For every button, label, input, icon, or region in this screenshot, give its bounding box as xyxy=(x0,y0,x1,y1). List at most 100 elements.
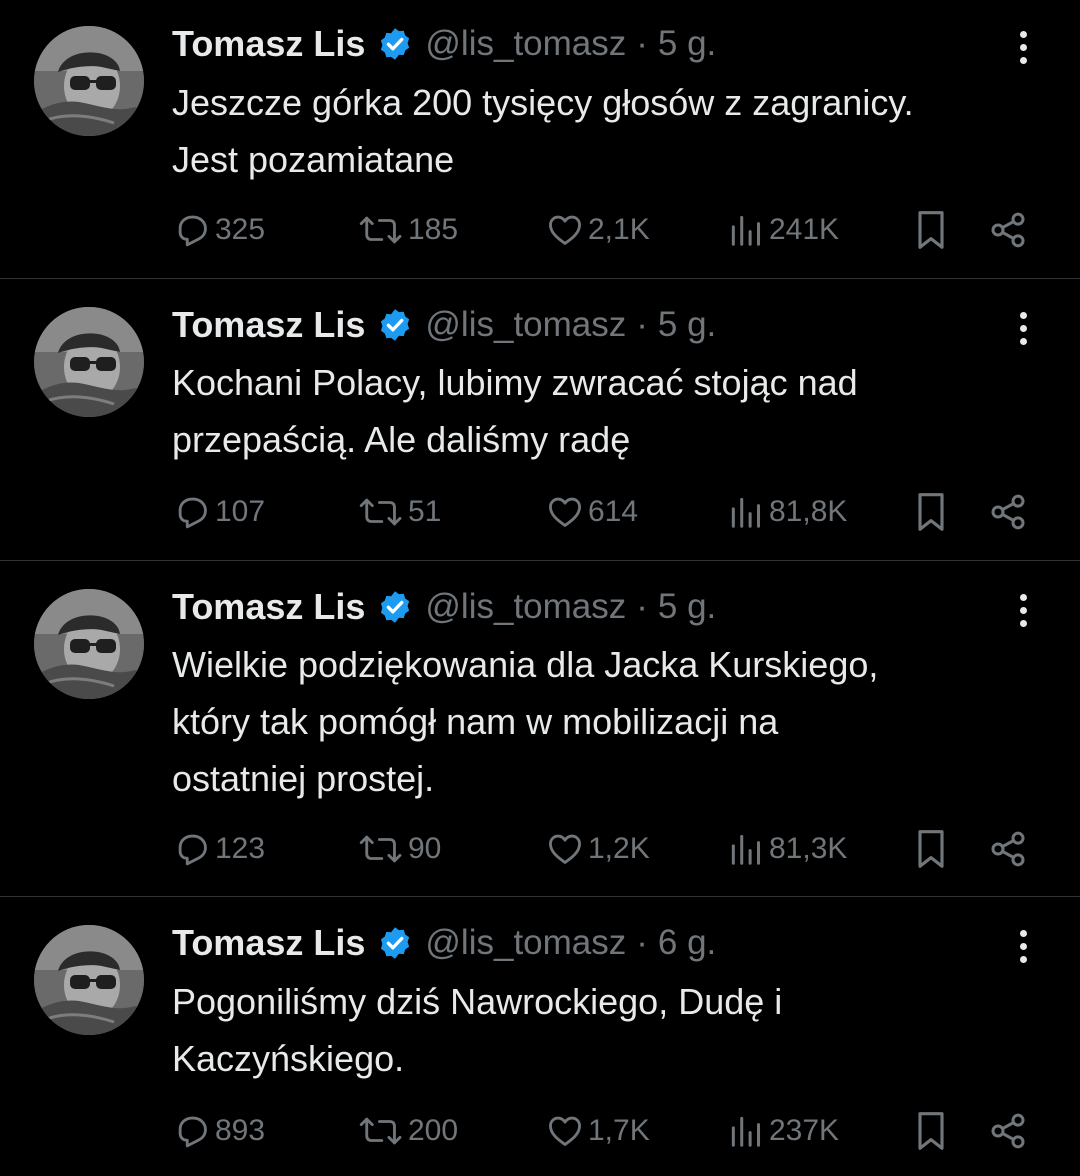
timestamp[interactable]: 6 g. xyxy=(658,923,716,963)
share-button[interactable] xyxy=(988,1109,1028,1153)
avatar[interactable] xyxy=(34,307,144,417)
like-count: 614 xyxy=(588,495,639,528)
tweet-text: Jeszcze górka 200 tysięcy głosów z zagra… xyxy=(172,74,1022,188)
verified-badge-icon xyxy=(377,26,413,62)
share-icon xyxy=(988,492,1028,532)
timestamp[interactable]: 5 g. xyxy=(658,305,716,345)
separator-dot: · xyxy=(636,24,648,63)
tweet-text-line: przepaścią. Ale daliśmy radę xyxy=(172,419,631,460)
more-options-icon[interactable] xyxy=(1008,306,1038,350)
tweet-text: Pogoniliśmy dziś Nawrockiego, Dudę i Kac… xyxy=(172,973,1022,1087)
reply-icon xyxy=(173,1112,211,1150)
timestamp[interactable]: 5 g. xyxy=(658,587,716,627)
reply-count: 893 xyxy=(215,1114,266,1147)
reply-button[interactable]: 107 xyxy=(173,490,265,534)
more-options-icon[interactable] xyxy=(1008,588,1038,632)
share-button[interactable] xyxy=(988,490,1028,534)
reply-icon xyxy=(173,211,211,249)
reply-button[interactable]: 893 xyxy=(173,1109,265,1153)
author-handle[interactable]: @lis_tomasz xyxy=(425,923,626,963)
view-count: 237K xyxy=(769,1114,840,1147)
separator-dot: · xyxy=(636,305,648,344)
reply-button[interactable]: 325 xyxy=(173,208,265,252)
tweet[interactable]: Tomasz Lis @lis_tomasz · 5 g. Wielkie po… xyxy=(0,561,1080,896)
bookmark-icon xyxy=(912,490,950,534)
view-count: 81,8K xyxy=(769,495,848,528)
share-icon xyxy=(988,829,1028,869)
tweet-text-line: Jest pozamiatane xyxy=(172,139,455,180)
retweet-count: 90 xyxy=(408,832,442,865)
reply-count: 325 xyxy=(215,213,266,246)
like-count: 1,2K xyxy=(588,832,650,865)
more-options-icon[interactable] xyxy=(1008,25,1038,69)
retweet-count: 51 xyxy=(408,495,442,528)
share-icon xyxy=(988,210,1028,250)
tweet-header: Tomasz Lis @lis_tomasz · 5 g. xyxy=(172,22,716,66)
tweet-text: Wielkie podziękowania dla Jacka Kurskieg… xyxy=(172,636,1022,807)
author-handle[interactable]: @lis_tomasz xyxy=(425,305,626,345)
verified-badge-icon xyxy=(377,589,413,625)
retweet-button[interactable]: 200 xyxy=(358,1109,458,1153)
share-button[interactable] xyxy=(988,827,1028,871)
tweet-text-line: Kochani Polacy, lubimy zwracać stojąc na… xyxy=(172,362,858,403)
like-button[interactable]: 2,1K xyxy=(546,208,650,252)
views-chart-icon xyxy=(727,1112,765,1150)
tweet-actions: 123 90 1,2K 81,3K xyxy=(0,827,1080,871)
retweet-count: 185 xyxy=(408,213,459,246)
author-handle[interactable]: @lis_tomasz xyxy=(425,24,626,64)
reply-count: 123 xyxy=(215,832,266,865)
timestamp[interactable]: 5 g. xyxy=(658,24,716,64)
more-options-icon[interactable] xyxy=(1008,924,1038,968)
tweet-header: Tomasz Lis @lis_tomasz · 5 g. xyxy=(172,303,716,347)
retweet-button[interactable]: 90 xyxy=(358,827,441,871)
views-button[interactable]: 237K xyxy=(727,1109,839,1153)
retweet-icon xyxy=(358,1112,404,1150)
tweet-actions: 325 185 2,1K 241K xyxy=(0,208,1080,252)
bookmark-icon xyxy=(912,827,950,871)
retweet-icon xyxy=(358,493,404,531)
separator-dot: · xyxy=(636,587,648,626)
reply-button[interactable]: 123 xyxy=(173,827,265,871)
avatar[interactable] xyxy=(34,925,144,1035)
reply-icon xyxy=(173,493,211,531)
author-name[interactable]: Tomasz Lis xyxy=(172,23,365,65)
reply-icon xyxy=(173,830,211,868)
tweet[interactable]: Tomasz Lis @lis_tomasz · 5 g. Kochani Po… xyxy=(0,279,1080,560)
bookmark-button[interactable] xyxy=(912,1109,950,1153)
avatar[interactable] xyxy=(34,589,144,699)
views-chart-icon xyxy=(727,493,765,531)
like-button[interactable]: 1,7K xyxy=(546,1109,650,1153)
views-chart-icon xyxy=(727,830,765,868)
bookmark-icon xyxy=(912,208,950,252)
author-name[interactable]: Tomasz Lis xyxy=(172,922,365,964)
views-chart-icon xyxy=(727,211,765,249)
heart-icon xyxy=(546,1112,584,1150)
tweet[interactable]: Tomasz Lis @lis_tomasz · 6 g. Pogoniliśm… xyxy=(0,897,1080,1176)
retweet-count: 200 xyxy=(408,1114,459,1147)
tweet-header: Tomasz Lis @lis_tomasz · 6 g. xyxy=(172,921,716,965)
like-count: 1,7K xyxy=(588,1114,650,1147)
avatar[interactable] xyxy=(34,26,144,136)
views-button[interactable]: 81,3K xyxy=(727,827,847,871)
author-handle[interactable]: @lis_tomasz xyxy=(425,587,626,627)
like-button[interactable]: 614 xyxy=(546,490,638,534)
bookmark-button[interactable] xyxy=(912,827,950,871)
retweet-button[interactable]: 185 xyxy=(358,208,458,252)
tweet-header: Tomasz Lis @lis_tomasz · 5 g. xyxy=(172,585,716,629)
reply-count: 107 xyxy=(215,495,266,528)
bookmark-button[interactable] xyxy=(912,208,950,252)
bookmark-button[interactable] xyxy=(912,490,950,534)
tweet-text-line: Kaczyńskiego. xyxy=(172,1038,405,1079)
view-count: 241K xyxy=(769,213,840,246)
author-name[interactable]: Tomasz Lis xyxy=(172,586,365,628)
author-name[interactable]: Tomasz Lis xyxy=(172,304,365,346)
like-button[interactable]: 1,2K xyxy=(546,827,650,871)
share-button[interactable] xyxy=(988,208,1028,252)
tweet[interactable]: Tomasz Lis @lis_tomasz · 5 g. Jeszcze gó… xyxy=(0,0,1080,278)
share-icon xyxy=(988,1111,1028,1151)
tweet-text: Kochani Polacy, lubimy zwracać stojąc na… xyxy=(172,354,1022,468)
heart-icon xyxy=(546,493,584,531)
views-button[interactable]: 81,8K xyxy=(727,490,847,534)
retweet-button[interactable]: 51 xyxy=(358,490,441,534)
views-button[interactable]: 241K xyxy=(727,208,839,252)
